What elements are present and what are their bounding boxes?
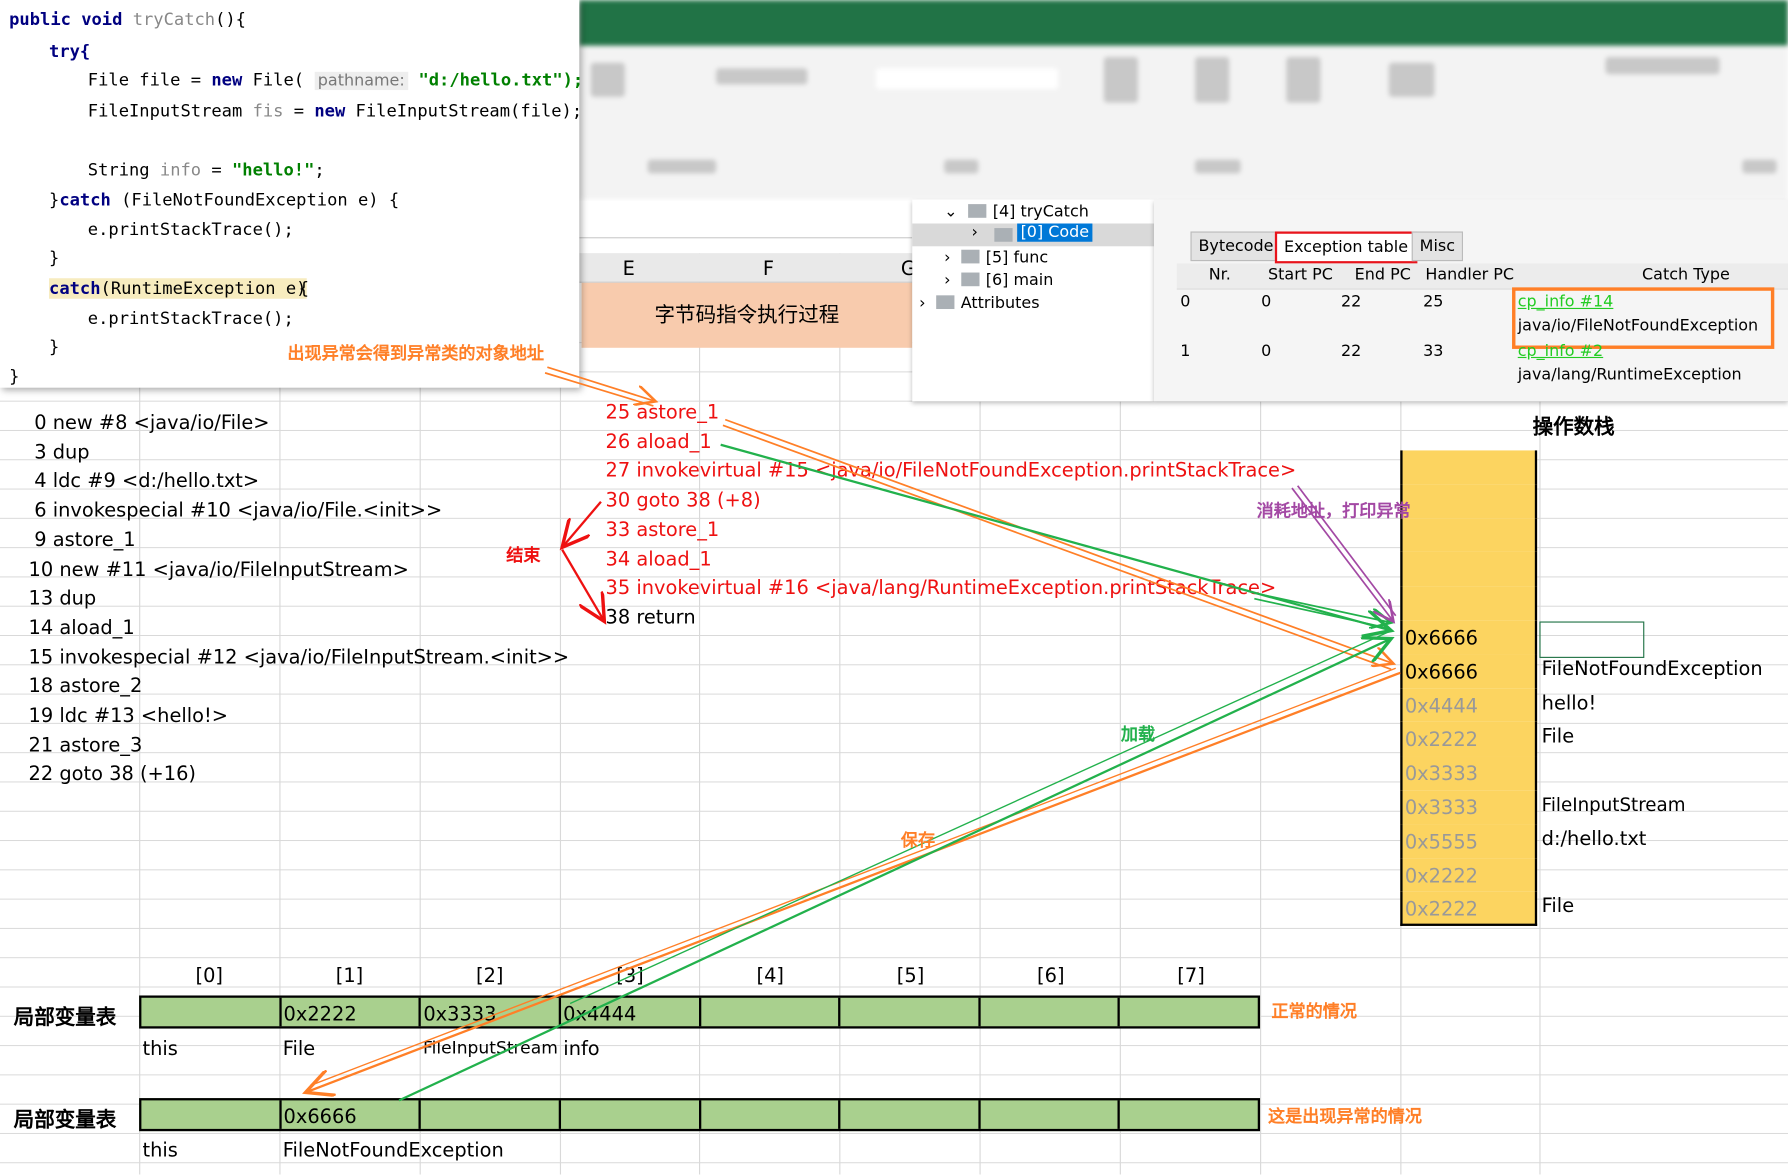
arrows-overlay [0,366,1401,1102]
green-arrow-aload [720,443,1391,631]
orange-arrow-stack [722,418,1393,671]
load-note: 加载 [1120,724,1156,745]
red-arrow-end [562,500,604,622]
orange-arrow-to-astore [544,366,656,407]
screenshot: E F G 字节码指令执行过程 public void tryCatch(){ … [0,0,1788,1175]
save-note: 保存 [900,830,936,851]
consume-note: 消耗地址，打印异常 [1256,500,1411,522]
end-note: 结束 [506,545,541,566]
orange-arrow-save [306,667,1401,1092]
